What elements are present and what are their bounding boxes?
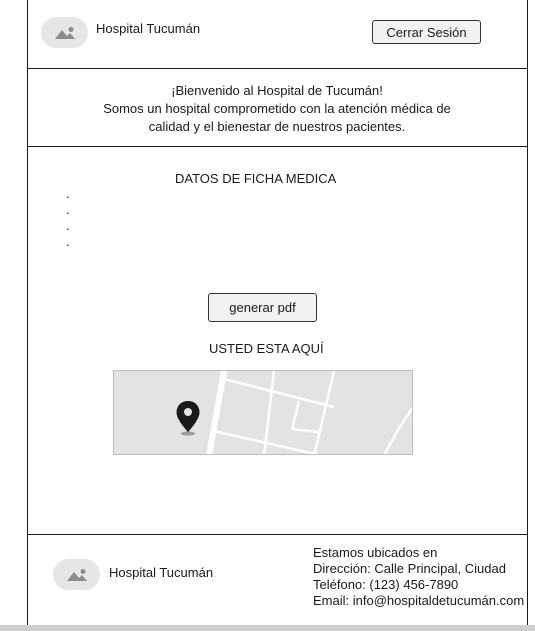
location-label: USTED ESTA AQUÍ [209,341,324,356]
footer-logo [53,559,100,590]
ficha-title: DATOS DE FICHA MEDICA [175,171,337,186]
ficha-data-list: . . . . [66,186,70,250]
footer-email: Email: info@hospitaldetucumán.com [313,593,525,608]
welcome-message: ¡Bienvenido al Hospital de Tucumán! Somo… [28,82,526,136]
header-logo [41,17,88,48]
welcome-line-3: calidad y el bienestar de nuestros pacie… [148,119,406,134]
footer-address: Dirección: Calle Principal, Ciudad [313,561,506,576]
footer-contact-info: Estamos ubicados en Dirección: Calle Pri… [313,545,524,609]
list-item: . [66,186,70,201]
welcome-line-1: ¡Bienvenido al Hospital de Tucumán! [171,83,383,98]
header-brand-name: Hospital Tucumán [96,21,201,36]
welcome-divider [27,146,527,147]
map-streets [206,371,412,454]
location-map[interactable] [113,370,413,455]
footer-info-heading: Estamos ubicados en [313,545,438,560]
list-item: . [66,218,70,233]
footer-phone: Teléfono: (123) 456-7890 [313,577,459,592]
footer-divider [27,534,527,535]
bottom-scrollbar [0,625,535,631]
generate-pdf-button[interactable]: generar pdf [208,293,317,322]
footer-brand-name: Hospital Tucumán [109,565,214,580]
welcome-line-2: Somos un hospital comprometido con la at… [103,101,451,116]
logout-button[interactable]: Cerrar Sesión [372,20,481,44]
map-pin-icon [176,401,200,436]
image-placeholder-icon [54,26,75,39]
list-item: . [66,234,70,249]
header-divider [27,68,527,69]
image-placeholder-icon [66,568,87,581]
list-item: . [66,202,70,217]
